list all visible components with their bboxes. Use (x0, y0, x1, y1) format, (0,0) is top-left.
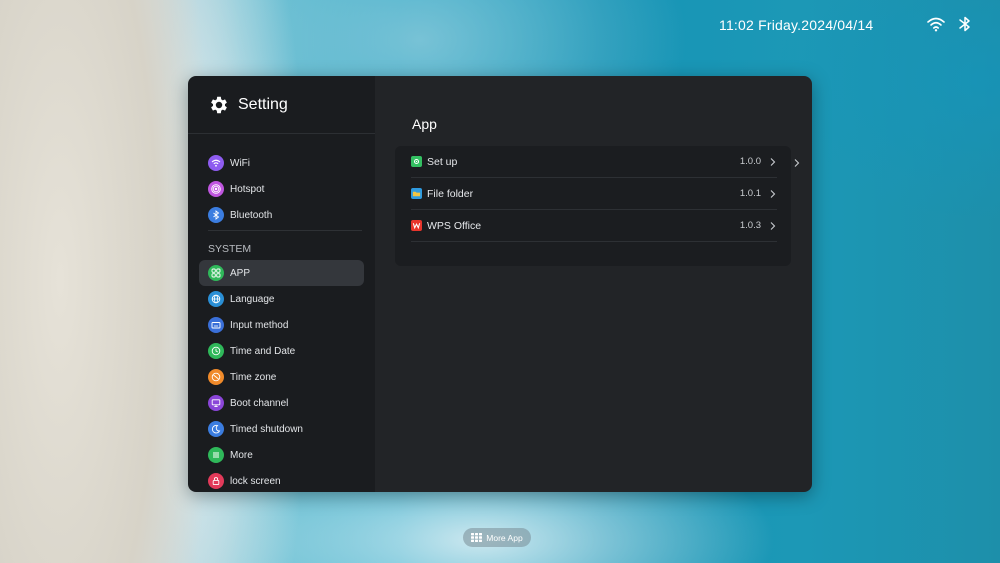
sidebar-item-label: Input method (230, 319, 289, 331)
sidebar-item-time-zone[interactable]: Time zone (199, 364, 364, 390)
app-grid-icon (208, 265, 224, 281)
app-version: 1.0.1 (739, 188, 761, 199)
sidebar-item-input-method[interactable]: Input method (199, 312, 364, 338)
timezone-icon (208, 369, 224, 385)
wps-icon (411, 220, 422, 231)
sidebar-item-more[interactable]: More (199, 442, 364, 468)
sidebar-item-label: Time zone (230, 371, 277, 383)
page-title: App (412, 116, 437, 132)
sidebar-item-lock-screen[interactable]: lock screen (199, 468, 364, 492)
sidebar-divider (208, 230, 362, 231)
chevron-right-icon (770, 221, 776, 230)
app-name: File folder (427, 187, 474, 200)
sidebar-item-app[interactable]: APP (199, 260, 364, 286)
hotspot-icon (208, 181, 224, 197)
sidebar-header: Setting (188, 76, 375, 134)
sidebar-item-time-and-date[interactable]: Time and Date (199, 338, 364, 364)
settings-window: Setting WiFi Hotspot Bluetooth SYSTEM AP… (188, 76, 812, 492)
sidebar-item-label: Hotspot (230, 183, 265, 195)
sidebar-item-label: APP (230, 267, 251, 279)
bluetooth-icon[interactable] (958, 15, 972, 33)
sidebar-item-label: More (230, 449, 253, 461)
bluetooth-icon (208, 207, 224, 223)
app-name: WPS Office (427, 219, 482, 232)
app-version: 1.0.3 (739, 220, 761, 231)
setup-icon (411, 156, 422, 167)
keyboard-icon (208, 317, 224, 333)
monitor-icon (208, 395, 224, 411)
more-app-label: More App (486, 532, 523, 543)
more-app-button[interactable]: More App (463, 528, 531, 547)
list-item[interactable]: WPS Office 1.0.3 (411, 210, 777, 242)
globe-icon (208, 291, 224, 307)
wifi-icon[interactable] (927, 16, 945, 32)
list-item[interactable]: File folder 1.0.1 (411, 178, 777, 210)
sidebar-item-label: Timed shutdown (230, 423, 303, 435)
app-version: 1.0.0 (739, 156, 761, 167)
sidebar-item-bluetooth[interactable]: Bluetooth (199, 202, 364, 228)
app-list: Set up 1.0.0 File folder 1.0.1 WPS Offic… (395, 146, 791, 266)
sidebar-menu: WiFi Hotspot Bluetooth SYSTEM APP Langua… (188, 134, 375, 492)
sidebar-item-label: Boot channel (230, 397, 289, 409)
gear-icon (211, 96, 227, 113)
sidebar-item-language[interactable]: Language (199, 286, 364, 312)
lock-icon (208, 473, 224, 489)
sidebar-item-label: WiFi (230, 157, 250, 169)
sidebar-title: Setting (238, 95, 288, 113)
menu-icon (208, 447, 224, 463)
sidebar-item-timed-shutdown[interactable]: Timed shutdown (199, 416, 364, 442)
chevron-right-icon[interactable] (793, 158, 801, 168)
clock-icon (208, 343, 224, 359)
settings-content: App Set up 1.0.0 File folder 1.0.1 WPS O… (375, 76, 812, 492)
status-datetime: 11:02 Friday.2024/04/14 (719, 17, 874, 33)
list-item[interactable]: Set up 1.0.0 (411, 146, 777, 178)
sidebar-item-boot-channel[interactable]: Boot channel (199, 390, 364, 416)
app-grid-icon (471, 533, 483, 542)
sidebar-item-label: lock screen (230, 475, 281, 487)
sidebar-item-label: Language (230, 293, 275, 305)
sidebar-item-hotspot[interactable]: Hotspot (199, 176, 364, 202)
sidebar-section-label: SYSTEM (208, 243, 252, 255)
sidebar-item-label: Bluetooth (230, 209, 273, 221)
settings-sidebar: Setting WiFi Hotspot Bluetooth SYSTEM AP… (188, 76, 375, 492)
sidebar-item-wifi[interactable]: WiFi (199, 150, 364, 176)
moon-icon (208, 421, 224, 437)
sidebar-item-label: Time and Date (230, 345, 296, 357)
app-name: Set up (427, 155, 458, 168)
chevron-right-icon (770, 189, 776, 198)
chevron-right-icon (770, 157, 776, 166)
wifi-icon (208, 155, 224, 171)
folder-icon (411, 188, 422, 199)
